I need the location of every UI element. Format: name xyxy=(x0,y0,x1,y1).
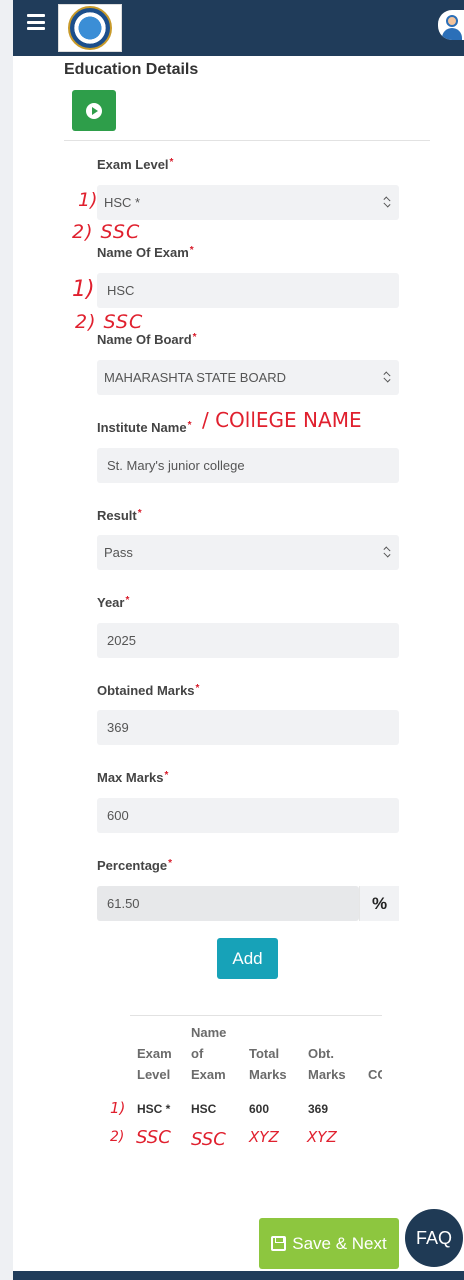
annotation-row-2-exam: SSC xyxy=(191,1129,226,1150)
percentage-label: Percentage* xyxy=(97,858,172,873)
max-marks-label: Max Marks* xyxy=(97,770,169,785)
section-title: Education Details xyxy=(64,61,199,78)
annotation-exam-level-2: 2) SSC xyxy=(72,221,141,243)
result-value: Pass xyxy=(104,545,133,560)
name-of-board-value: MAHARASHTA STATE BOARD xyxy=(104,370,287,385)
result-select[interactable]: Pass xyxy=(97,535,399,570)
select-chevron-icon xyxy=(383,371,391,383)
table-cell-obt-marks: 369 xyxy=(308,1102,329,1116)
obtained-marks-input[interactable]: 369 xyxy=(97,710,399,745)
annotation-row-2-total: XYZ xyxy=(249,1128,279,1146)
annotation-name-of-exam-1: 1) xyxy=(72,277,95,302)
th-name-of-exam: Name of Exam xyxy=(191,1025,227,1082)
name-of-exam-label: Name Of Exam* xyxy=(97,245,194,260)
faq-button[interactable]: FAQ xyxy=(405,1209,463,1267)
save-next-label: Save & Next xyxy=(292,1233,387,1253)
institute-name-input[interactable]: St. Mary's junior college xyxy=(97,448,399,483)
top-navbar xyxy=(13,0,464,56)
annotation-institute: / COllEGE NAME xyxy=(202,408,362,432)
table-cell-name-of-exam: HSC xyxy=(191,1102,217,1116)
exam-level-label: Exam Level* xyxy=(97,157,174,172)
max-marks-input[interactable]: 600 xyxy=(97,798,399,833)
year-input[interactable]: 2025 xyxy=(97,623,399,658)
obtained-marks-label: Obtained Marks* xyxy=(97,683,200,698)
table-top-border xyxy=(130,1015,382,1016)
add-button[interactable]: Add xyxy=(217,938,278,979)
select-chevron-icon xyxy=(383,546,391,558)
th-cc-truncated: CC xyxy=(368,1067,382,1082)
save-next-button[interactable]: Save & Next xyxy=(259,1218,399,1269)
percent-addon: % xyxy=(359,886,399,921)
name-of-exam-input[interactable]: HSC xyxy=(97,273,399,308)
annotation-row-2-level: SSC xyxy=(136,1127,171,1148)
table-cell-total-marks: 600 xyxy=(249,1102,270,1116)
play-icon xyxy=(86,102,102,119)
annotation-name-of-exam-2: 2) SSC xyxy=(75,311,144,333)
select-chevron-icon xyxy=(383,196,391,208)
annotation-row-1: 1) xyxy=(110,1099,126,1117)
table-cell-exam-level: HSC * xyxy=(137,1102,171,1116)
annotation-exam-level-1: 1) xyxy=(78,189,98,211)
result-label: Result* xyxy=(97,508,142,523)
hamburger-icon[interactable] xyxy=(27,14,45,30)
save-icon xyxy=(271,1236,287,1251)
bottom-bar xyxy=(13,1271,464,1280)
th-obt-marks: Obt. Marks xyxy=(308,1046,346,1082)
user-avatar-icon[interactable] xyxy=(438,10,464,40)
annotation-row-2-obt: XYZ xyxy=(307,1128,337,1146)
divider xyxy=(64,140,430,141)
year-label: Year* xyxy=(97,595,130,610)
annotation-row-2-num: 2) xyxy=(110,1129,125,1145)
percentage-input: 61.50 xyxy=(97,886,359,921)
exam-level-select[interactable]: HSC * xyxy=(97,185,399,220)
name-of-board-select[interactable]: MAHARASHTA STATE BOARD xyxy=(97,360,399,395)
college-seal-logo[interactable] xyxy=(58,4,122,52)
exam-level-value: HSC * xyxy=(104,195,141,210)
institute-name-label: Institute Name* xyxy=(97,420,192,435)
play-button[interactable] xyxy=(72,90,116,131)
th-exam-level: Exam Level xyxy=(137,1046,172,1082)
th-total-marks: Total Marks xyxy=(249,1046,287,1082)
name-of-board-label: Name Of Board* xyxy=(97,332,197,347)
